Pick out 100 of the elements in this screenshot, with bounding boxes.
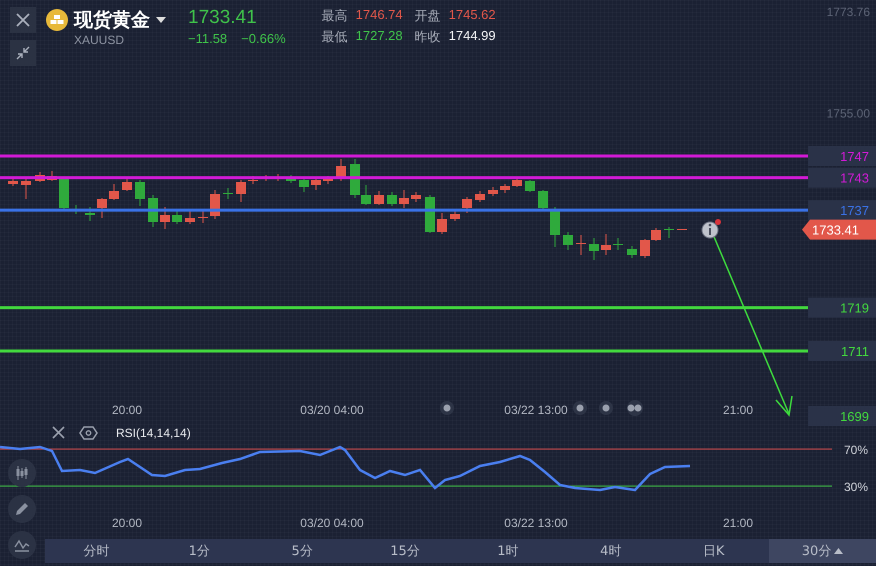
chart-type-button[interactable] [8, 459, 36, 487]
close-icon [15, 12, 31, 28]
close-icon[interactable] [52, 426, 65, 439]
candlestick [411, 192, 421, 202]
candlestick [450, 208, 460, 222]
candlestick [198, 210, 208, 224]
price-change-percent: −0.66% [241, 31, 286, 46]
draw-button[interactable] [8, 495, 36, 523]
time-axis-label: 20:00 [112, 516, 142, 530]
price-axis-label: 1773.76 [826, 5, 870, 20]
indicator-button[interactable] [8, 531, 36, 559]
time-axis-label: 03/20 04:00 [300, 516, 364, 530]
candlestick [563, 232, 573, 250]
candlestick [589, 238, 599, 260]
level-price-label: 1711 [841, 344, 869, 359]
level-label-background [808, 146, 876, 166]
level-price-label: 1719 [840, 300, 869, 316]
level-line[interactable] [0, 176, 808, 180]
candlestick [185, 210, 195, 224]
candlestick [311, 178, 321, 190]
time-axis-label: 03/22 13:00 [504, 516, 568, 530]
close-button[interactable] [10, 7, 36, 33]
candlestick [122, 178, 132, 192]
candlestick [488, 186, 498, 196]
candlestick [437, 212, 447, 234]
time-axis-label: 21:00 [722, 516, 754, 530]
candlestick [651, 228, 661, 242]
level-line[interactable] [0, 306, 808, 310]
info-icon[interactable] [702, 219, 721, 238]
candlestick [374, 190, 384, 206]
settings-icon[interactable] [79, 426, 98, 440]
candlestick [85, 206, 95, 222]
candlestick [160, 206, 170, 230]
candlestick [462, 196, 472, 214]
candlestick [512, 178, 522, 188]
level-price-label: 1747 [840, 149, 869, 164]
timeframe-tab[interactable]: 4时 [559, 539, 662, 563]
time-axis-label: 20:00 [112, 403, 142, 417]
candlestick [538, 190, 548, 210]
candlestick-icon [14, 465, 30, 481]
level-label-background [808, 298, 876, 318]
timeframe-tab[interactable]: 1时 [456, 539, 560, 563]
candlestick [59, 178, 69, 210]
candlestick [236, 180, 246, 202]
stat-value: 1745.62 [448, 7, 496, 24]
level-price-label: 1737 [840, 203, 869, 218]
pencil-icon [14, 501, 30, 517]
line-chart-icon [14, 537, 30, 553]
dropdown-caret-icon[interactable] [156, 17, 166, 23]
candlestick [399, 190, 409, 208]
candlestick [97, 198, 107, 218]
coin-icon [46, 9, 68, 31]
timeframe-tab[interactable]: 15分 [354, 539, 456, 563]
symbol-name[interactable]: 现货黄金 [74, 7, 150, 33]
candlestick [640, 238, 650, 258]
timeframe-tab[interactable]: 1分 [148, 539, 251, 563]
candlestick [387, 192, 397, 206]
collapse-button[interactable] [10, 40, 36, 66]
level-label-background [808, 168, 876, 188]
stat-label: 最低 [322, 28, 348, 46]
timeframe-tab[interactable]: 5分 [250, 539, 354, 563]
stat-label: 最高 [322, 7, 348, 25]
candlestick [525, 180, 535, 192]
candlestick [627, 246, 637, 258]
candlestick [576, 234, 586, 256]
stat-value: 1727.28 [356, 28, 403, 45]
candlestick [677, 228, 687, 230]
level-line[interactable] [0, 208, 808, 212]
time-axis-label: 03/20 04:00 [300, 403, 364, 417]
candlestick [135, 180, 145, 206]
rsi-level-label: 30% [844, 480, 868, 494]
candlestick [613, 238, 623, 250]
stat-label: 开盘 [414, 7, 441, 25]
candlestick [21, 178, 31, 200]
candlestick [172, 210, 182, 224]
last-price: 1733.41 [188, 7, 258, 29]
price-change: −11.58 [188, 31, 228, 46]
timeframe-tab[interactable]: 日K [662, 539, 766, 563]
event-dots-icon[interactable] [627, 400, 643, 416]
caret-up-icon [834, 548, 844, 554]
level-label-background [808, 200, 876, 220]
rsi-level-label: 70% [844, 443, 868, 457]
price-tag: 1733.41 [802, 220, 876, 240]
stat-value: 1744.99 [448, 28, 497, 45]
level-label-background [808, 341, 876, 361]
timeframe-tab[interactable]: 分时 [45, 539, 148, 563]
candlestick [664, 226, 674, 238]
stat-label: 昨收 [414, 28, 441, 46]
rsi-title: RSI(14,14,14) [116, 426, 191, 440]
candlestick [601, 234, 611, 256]
candlestick [425, 194, 435, 234]
time-axis-label: 03/22 13:00 [504, 403, 568, 417]
candlestick [223, 188, 233, 200]
timeframe-tab[interactable]: 30分 [769, 539, 876, 563]
symbol-code: XAUUSD [74, 33, 126, 47]
level-price-label: 1699 [840, 409, 869, 424]
candlestick [299, 176, 309, 192]
collapse-icon [16, 46, 30, 60]
candlestick [475, 190, 485, 202]
stat-value: 1746.74 [356, 7, 403, 24]
